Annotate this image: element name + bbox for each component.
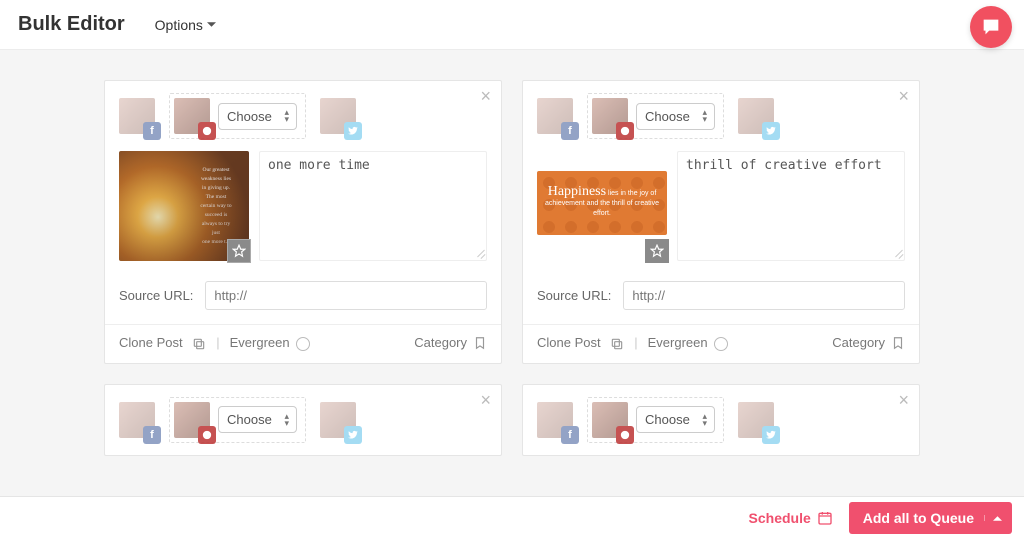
pinterest-profile-group: Choose ▴▾ xyxy=(587,397,724,443)
category-button[interactable]: Category xyxy=(832,335,905,350)
source-url-input[interactable] xyxy=(205,281,487,310)
twitter-icon xyxy=(344,122,362,140)
close-card-button[interactable]: × xyxy=(480,391,491,409)
twitter-profile[interactable] xyxy=(320,98,356,134)
image-quote-text: Happiness lies in the joy of achievement… xyxy=(537,181,667,225)
close-card-button[interactable]: × xyxy=(898,391,909,409)
twitter-icon xyxy=(762,122,780,140)
clone-icon xyxy=(610,337,624,351)
caret-up-icon xyxy=(993,515,1002,521)
pinterest-icon xyxy=(198,122,216,140)
separator: | xyxy=(216,335,219,350)
bookmark-icon xyxy=(473,336,487,350)
card-footer: Clone Post | Evergreen Category xyxy=(537,335,905,351)
twitter-icon xyxy=(762,426,780,444)
post-card: × f Choose ▴▾ Our greatestweakness liesi xyxy=(104,80,502,364)
pinterest-profile[interactable] xyxy=(592,402,628,438)
evergreen-toggle[interactable]: Evergreen xyxy=(648,335,728,351)
evergreen-toggle[interactable]: Evergreen xyxy=(230,335,310,351)
pinterest-profile[interactable] xyxy=(174,98,210,134)
content-row: Our greatestweakness liesin giving up.Th… xyxy=(119,151,487,261)
pinterest-profile[interactable] xyxy=(592,98,628,134)
pinterest-icon xyxy=(198,426,216,444)
source-url-label: Source URL: xyxy=(119,288,193,303)
help-chat-button[interactable] xyxy=(970,6,1012,48)
facebook-profile[interactable]: f xyxy=(119,98,155,134)
favorite-image-button[interactable] xyxy=(227,239,251,263)
board-select[interactable]: Choose xyxy=(636,406,715,433)
profile-row: f Choose ▴▾ xyxy=(119,397,487,443)
source-url-label: Source URL: xyxy=(537,288,611,303)
post-image-wrap: Happiness lies in the joy of achievement… xyxy=(537,151,667,261)
app-title: Bulk Editor xyxy=(18,13,125,36)
twitter-profile[interactable] xyxy=(320,402,356,438)
pinterest-icon xyxy=(616,426,634,444)
post-card: × f Choose ▴▾ xyxy=(104,384,502,456)
facebook-icon: f xyxy=(561,426,579,444)
top-bar: Bulk Editor Options xyxy=(0,0,1024,50)
facebook-icon: f xyxy=(143,426,161,444)
board-select[interactable]: Choose xyxy=(218,406,297,433)
divider xyxy=(105,324,501,325)
facebook-profile[interactable]: f xyxy=(537,402,573,438)
caret-down-icon xyxy=(207,22,216,28)
add-all-to-queue-button[interactable]: Add all to Queue xyxy=(849,502,1012,534)
pinterest-profile-group: Choose ▴▾ xyxy=(587,93,724,139)
options-label: Options xyxy=(155,17,203,33)
schedule-button[interactable]: Schedule xyxy=(749,510,833,526)
post-text-input[interactable]: thrill of creative effort xyxy=(677,151,905,261)
bottom-bar: Schedule Add all to Queue xyxy=(0,496,1024,538)
source-url-row: Source URL: xyxy=(119,281,487,310)
clone-post-button[interactable]: Clone Post xyxy=(119,335,206,351)
post-card: × f Choose ▴▾ Happiness lie xyxy=(522,80,920,364)
content-row: Happiness lies in the joy of achievement… xyxy=(537,151,905,261)
facebook-profile[interactable]: f xyxy=(537,98,573,134)
clone-post-button[interactable]: Clone Post xyxy=(537,335,624,351)
close-card-button[interactable]: × xyxy=(898,87,909,105)
star-icon xyxy=(232,244,246,258)
pinterest-profile-group: Choose ▴▾ xyxy=(169,93,306,139)
post-image[interactable]: Happiness lies in the joy of achievement… xyxy=(537,171,667,235)
bookmark-icon xyxy=(891,336,905,350)
profile-row: f Choose ▴▾ xyxy=(537,397,905,443)
post-image-wrap: Our greatestweakness liesin giving up.Th… xyxy=(119,151,249,261)
options-menu[interactable]: Options xyxy=(155,17,216,33)
profile-row: f Choose ▴▾ xyxy=(119,93,487,139)
board-select[interactable]: Choose xyxy=(636,103,715,130)
twitter-icon xyxy=(344,426,362,444)
separator: | xyxy=(634,335,637,350)
close-card-button[interactable]: × xyxy=(480,87,491,105)
star-icon xyxy=(650,244,664,258)
profile-row: f Choose ▴▾ xyxy=(537,93,905,139)
facebook-icon: f xyxy=(143,122,161,140)
board-select[interactable]: Choose xyxy=(218,103,297,130)
radio-icon xyxy=(296,337,310,351)
queue-dropdown-toggle[interactable] xyxy=(984,515,1002,521)
calendar-icon xyxy=(817,510,833,526)
cards-grid: × f Choose ▴▾ Our greatestweakness liesi xyxy=(0,50,1024,476)
category-button[interactable]: Category xyxy=(414,335,487,350)
facebook-icon: f xyxy=(561,122,579,140)
post-text-input[interactable]: one more time xyxy=(259,151,487,261)
card-footer: Clone Post | Evergreen Category xyxy=(119,335,487,351)
editor-scroll-area: × f Choose ▴▾ Our greatestweakness liesi xyxy=(0,50,1024,496)
pinterest-icon xyxy=(616,122,634,140)
divider xyxy=(523,324,919,325)
radio-icon xyxy=(714,337,728,351)
twitter-profile[interactable] xyxy=(738,98,774,134)
add-all-label: Add all to Queue xyxy=(863,510,974,526)
chat-icon xyxy=(980,16,1002,38)
favorite-image-button[interactable] xyxy=(645,239,669,263)
pinterest-profile[interactable] xyxy=(174,402,210,438)
post-card: × f Choose ▴▾ xyxy=(522,384,920,456)
twitter-profile[interactable] xyxy=(738,402,774,438)
facebook-profile[interactable]: f xyxy=(119,402,155,438)
source-url-row: Source URL: xyxy=(537,281,905,310)
schedule-label: Schedule xyxy=(749,510,811,526)
clone-icon xyxy=(192,337,206,351)
source-url-input[interactable] xyxy=(623,281,905,310)
pinterest-profile-group: Choose ▴▾ xyxy=(169,397,306,443)
